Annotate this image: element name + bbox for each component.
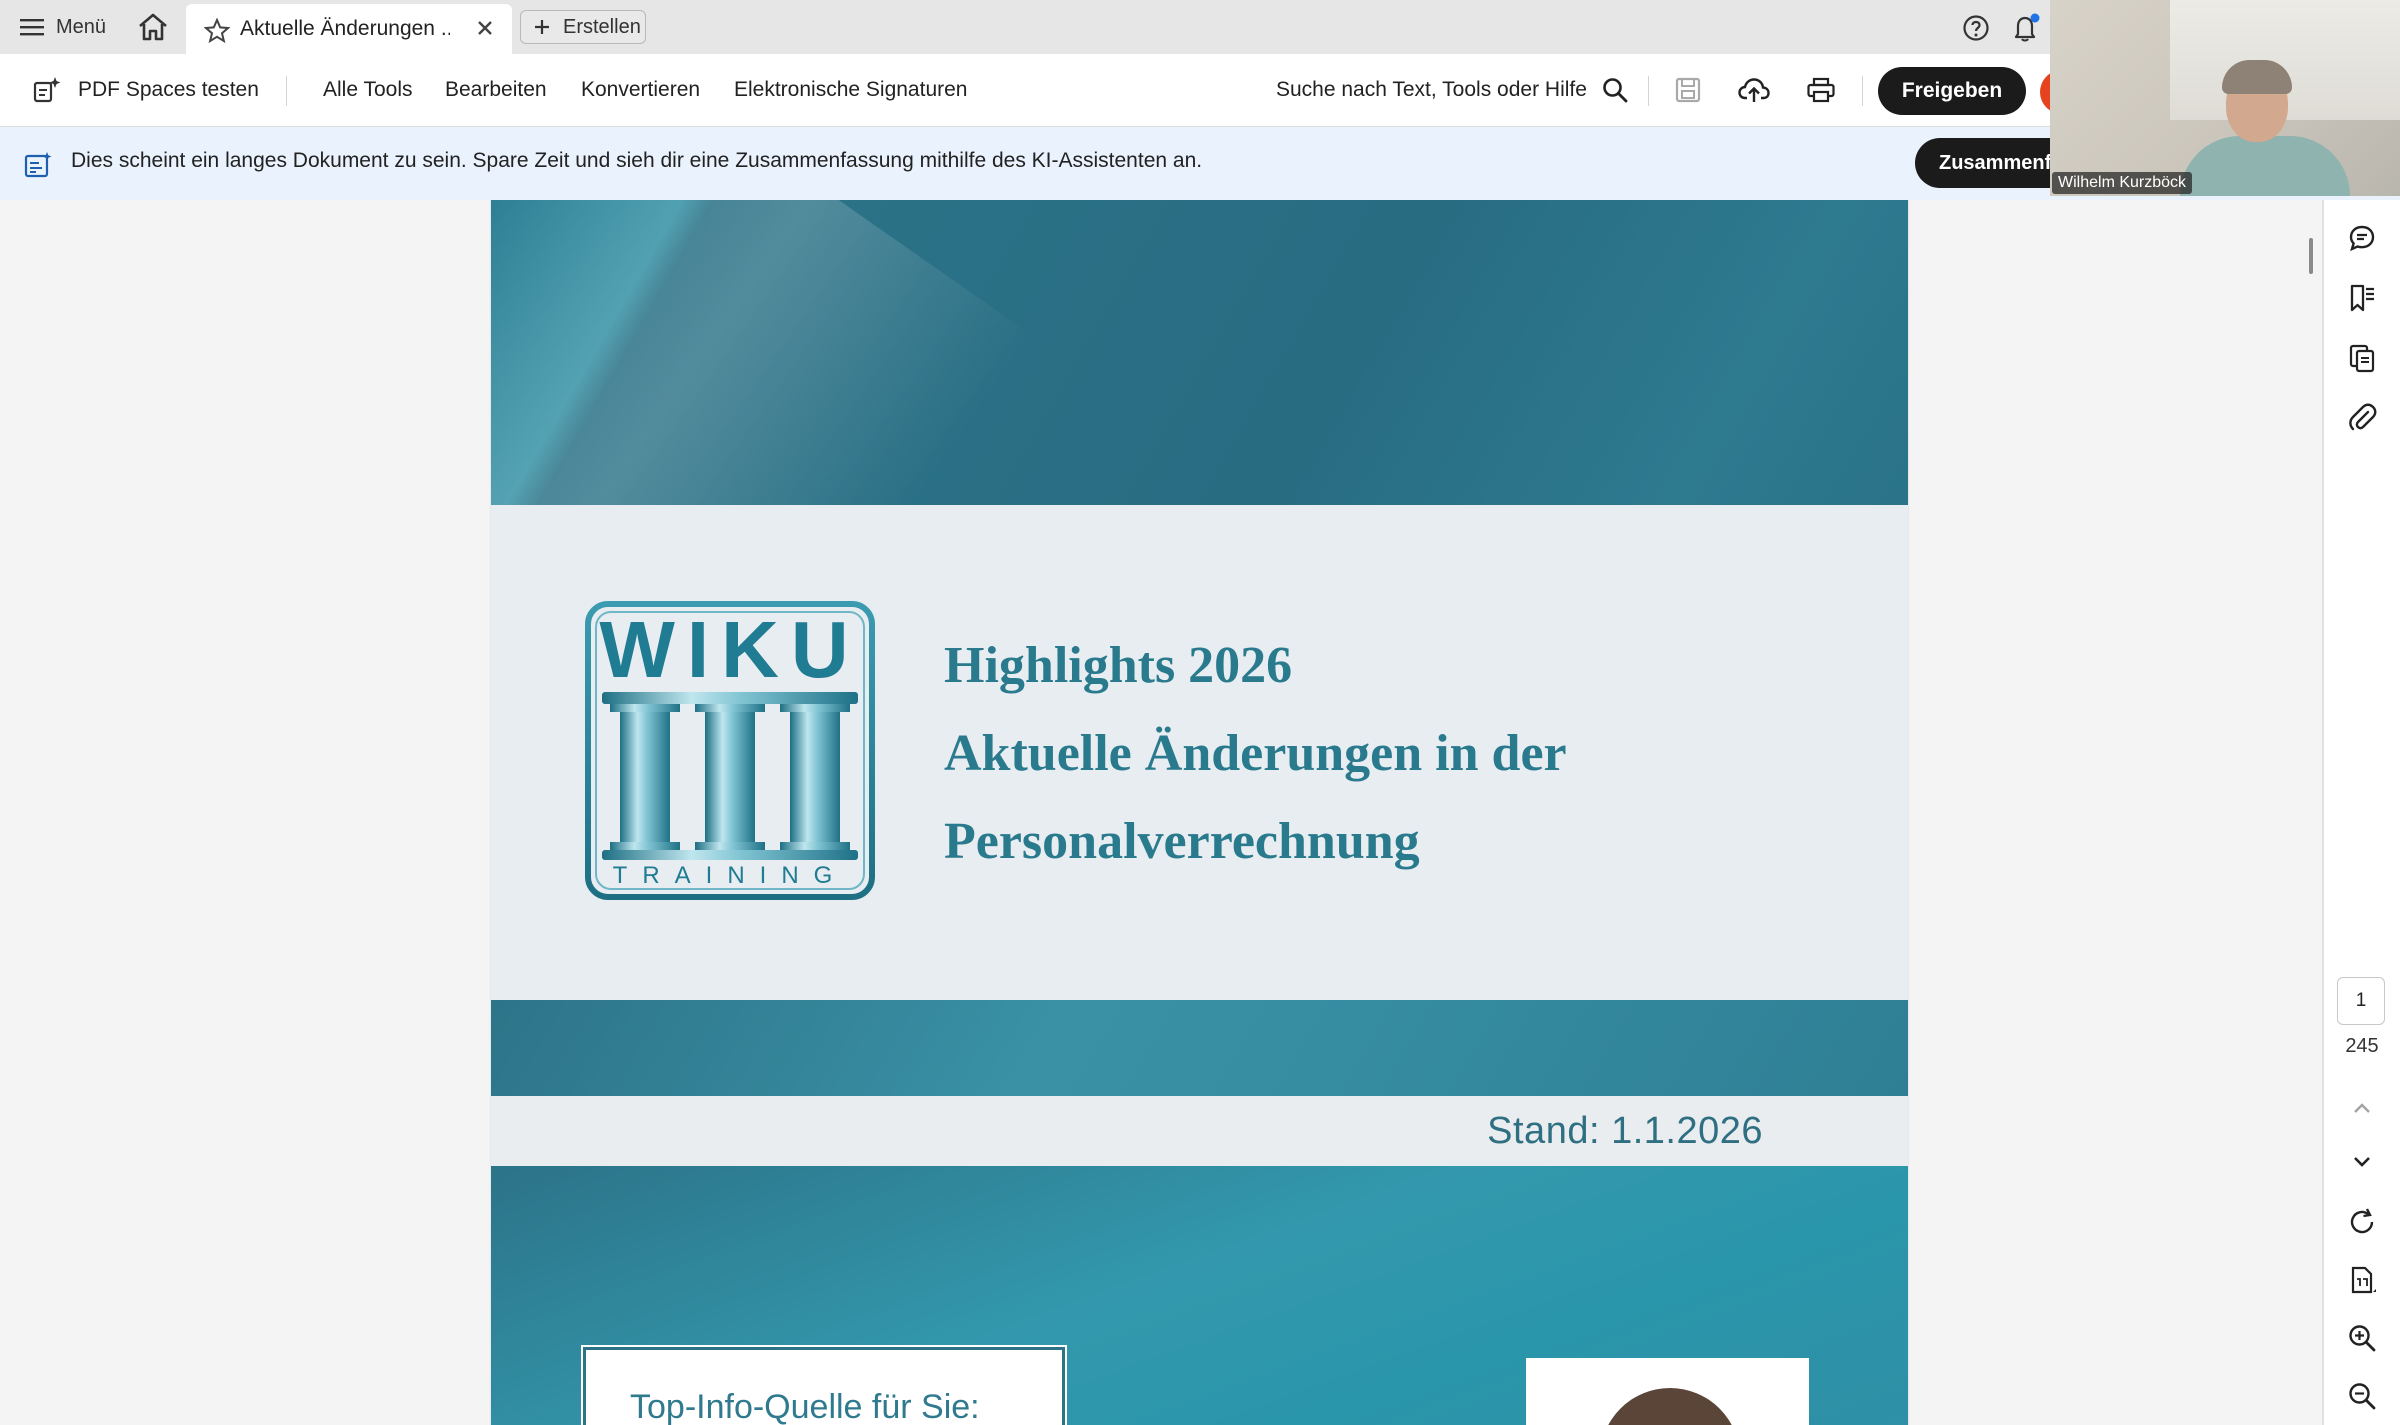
- esign-menu[interactable]: Elektronische Signaturen: [734, 54, 967, 126]
- close-tab-icon[interactable]: [474, 17, 496, 39]
- page-number-input[interactable]: 1: [2337, 977, 2385, 1025]
- create-button[interactable]: Erstellen: [520, 10, 646, 44]
- search-button[interactable]: Suche nach Text, Tools oder Hilfe: [1276, 54, 1629, 126]
- stand-date: Stand: 1.1.2026: [1487, 1110, 1763, 1152]
- zoom-out-icon[interactable]: [2344, 1378, 2380, 1414]
- menu-button[interactable]: Menü: [20, 10, 106, 44]
- all-tools-menu[interactable]: Alle Tools: [323, 54, 413, 126]
- info-box: Top-Info-Quelle für Sie:: [581, 1345, 1067, 1425]
- webcam-person-hair: [2222, 60, 2292, 94]
- vertical-scrollbar[interactable]: [2302, 200, 2322, 1425]
- menu-label: Menü: [56, 15, 107, 38]
- attachments-icon[interactable]: [2344, 400, 2380, 436]
- spaces-sparkle-icon: [32, 75, 62, 105]
- pdf-spaces-label: PDF Spaces testen: [78, 78, 259, 101]
- toolbar-divider: [286, 76, 287, 106]
- pdf-spaces-button[interactable]: PDF Spaces testen: [32, 54, 259, 126]
- save-icon[interactable]: [1674, 54, 1702, 126]
- headline-line-1: Highlights 2026: [944, 637, 1293, 694]
- document-viewport[interactable]: WIKU TRAINING Highlights 2026 Aktuelle Ä…: [0, 200, 2322, 1425]
- comments-icon[interactable]: [2344, 220, 2380, 256]
- star-icon[interactable]: [204, 18, 230, 44]
- page-up-icon[interactable]: [2344, 1090, 2380, 1126]
- help-icon[interactable]: [1962, 14, 1990, 42]
- logo-wordmark: WIKU: [599, 605, 861, 694]
- home-button[interactable]: [136, 12, 172, 44]
- toolbar-divider: [1648, 76, 1649, 106]
- share-button[interactable]: Freigeben: [1878, 67, 2026, 115]
- cloud-upload-icon[interactable]: [1738, 54, 1770, 126]
- page-total: 245: [2345, 1035, 2379, 1057]
- logo-subtitle: TRAINING: [612, 862, 848, 889]
- zoom-in-icon[interactable]: [2344, 1320, 2380, 1356]
- banner-message: Dies scheint ein langes Dokument zu sein…: [71, 149, 1203, 172]
- wiku-training-logo: WIKU TRAINING: [584, 600, 876, 901]
- headline-line-2: Aktuelle Änderungen in der: [944, 725, 1567, 782]
- create-label: Erstellen: [563, 15, 641, 38]
- search-label: Suche nach Text, Tools oder Hilfe: [1276, 78, 1587, 101]
- plus-icon: [533, 18, 551, 36]
- edit-menu[interactable]: Bearbeiten: [445, 54, 547, 126]
- hamburger-icon: [20, 17, 44, 37]
- toolbar-divider: [1862, 76, 1863, 106]
- right-side-panel: 1 245: [2324, 200, 2400, 1425]
- webcam-overlay: Wilhelm Kurzböck: [2050, 0, 2400, 196]
- page-fit-icon[interactable]: [2344, 1262, 2380, 1298]
- document-tab[interactable]: Aktuelle Änderungen ...: [186, 4, 512, 54]
- author-photo: [1526, 1358, 1809, 1425]
- participant-name: Wilhelm Kurzböck: [2052, 172, 2193, 194]
- info-box-label: Top-Info-Quelle für Sie:: [630, 1388, 980, 1425]
- webcam-person-body: [2180, 136, 2350, 196]
- tab-title: Aktuelle Änderungen ...: [240, 17, 450, 40]
- page-down-icon[interactable]: [2344, 1144, 2380, 1180]
- rotate-icon[interactable]: [2344, 1204, 2380, 1240]
- pages-icon[interactable]: [2344, 340, 2380, 376]
- browser-tab-bar: Menü Aktuelle Änderungen ... Erstellen: [0, 0, 2400, 54]
- bookmarks-icon[interactable]: [2344, 280, 2380, 316]
- notification-bell-icon[interactable]: [2010, 12, 2042, 44]
- author-photo-hair: [1600, 1388, 1740, 1425]
- headline-line-3: Personalverrechnung: [944, 813, 1420, 870]
- search-icon: [1601, 76, 1629, 104]
- home-icon: [139, 13, 167, 41]
- stand-row: Stand: 1.1.2026: [491, 1096, 1908, 1166]
- pdf-page: WIKU TRAINING Highlights 2026 Aktuelle Ä…: [491, 200, 1908, 1425]
- page-divider-band: [491, 1000, 1908, 1096]
- ai-summary-icon: [24, 151, 52, 179]
- page-header-band: [491, 200, 1908, 763]
- scrollbar-thumb[interactable]: [2309, 238, 2313, 274]
- app-toolbar: PDF Spaces testen Alle Tools Bearbeiten …: [0, 54, 2400, 127]
- convert-menu[interactable]: Konvertieren: [581, 54, 700, 126]
- ai-summary-banner: Dies scheint ein langes Dokument zu sein…: [0, 127, 2400, 200]
- print-icon[interactable]: [1806, 54, 1836, 126]
